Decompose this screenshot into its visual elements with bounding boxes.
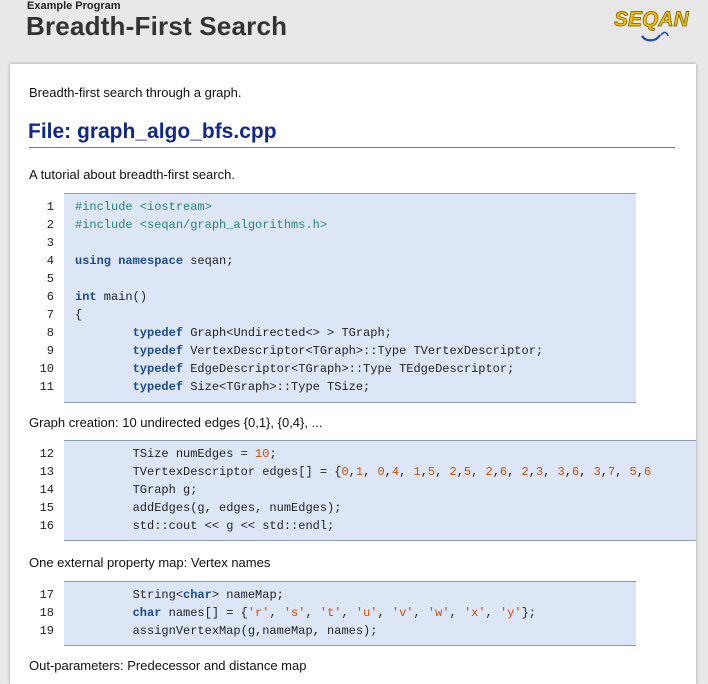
file-heading: File: graph_algo_bfs.cpp (28, 120, 277, 143)
line-number: 10 (39, 362, 54, 376)
line-number: 15 (39, 501, 54, 515)
out-parameters-text: Out-parameters: Predecessor and distance… (29, 658, 307, 673)
code-line: typedef Graph<Undirected<> > TGraph; (132, 326, 392, 340)
code-line: #include <iostream> (75, 200, 212, 214)
line-number: 14 (39, 483, 54, 497)
svg-text:SEQAN: SEQAN (614, 8, 690, 31)
seqan-logo: SEQAN (614, 8, 690, 42)
code-line: std::cout << g << std::endl; (75, 519, 335, 533)
line-number: 12 (39, 447, 54, 461)
line-number: 7 (46, 308, 54, 322)
page-title: Breadth-First Search (26, 11, 288, 41)
code-line: typedef Size<TGraph>::Type TSize; (132, 380, 371, 394)
content-panel: Breadth-first search through a graph. Fi… (10, 64, 696, 684)
intro-text: Breadth-first search through a graph. (29, 85, 242, 100)
graph-creation-text: Graph creation: 10 undirected edges {0,1… (29, 415, 323, 430)
code-line: TGraph g; (75, 483, 198, 497)
code-line: TVertexDescriptor edges[] = {0,1, 0,4, 1… (75, 465, 652, 479)
line-number: 6 (46, 290, 54, 304)
code-line: char names[] = {'r', 's', 't', 'u', 'v',… (132, 606, 536, 620)
line-number: 9 (46, 344, 54, 358)
line-number: 18 (39, 606, 54, 620)
line-number: 19 (39, 624, 54, 638)
line-number: 4 (46, 254, 54, 268)
line-number: 2 (46, 218, 54, 232)
line-number: 5 (46, 272, 54, 286)
code-line: typedef VertexDescriptor<TGraph>::Type T… (132, 344, 544, 358)
property-map-text: One external property map: Vertex names (29, 555, 271, 570)
line-number: 8 (46, 326, 54, 340)
code-line: { (75, 308, 83, 322)
page-header: Example Program Breadth-First Search SEQ… (0, 0, 708, 60)
code-line: using namespace seqan; (75, 254, 234, 268)
line-number: 11 (39, 380, 54, 394)
code-line: assignVertexMap(g,nameMap, names); (75, 624, 378, 638)
code-line: addEdges(g, edges, numEdges); (75, 501, 342, 515)
line-number: 16 (39, 519, 54, 533)
code-line: typedef EdgeDescriptor<TGraph>::Type TEd… (132, 362, 515, 376)
line-number: 13 (39, 465, 54, 479)
line-number: 1 (46, 200, 54, 214)
heading-divider (29, 147, 675, 148)
line-number: 3 (46, 236, 54, 250)
tutorial-text: A tutorial about breadth-first search. (29, 167, 235, 182)
code-line: TSize numEdges = 10; (75, 447, 277, 461)
line-number: 17 (39, 588, 54, 602)
code-line: String<char> nameMap; (75, 588, 284, 602)
code-line: int main() (75, 290, 148, 304)
code-line: #include <seqan/graph_algorithms.h> (75, 218, 328, 232)
